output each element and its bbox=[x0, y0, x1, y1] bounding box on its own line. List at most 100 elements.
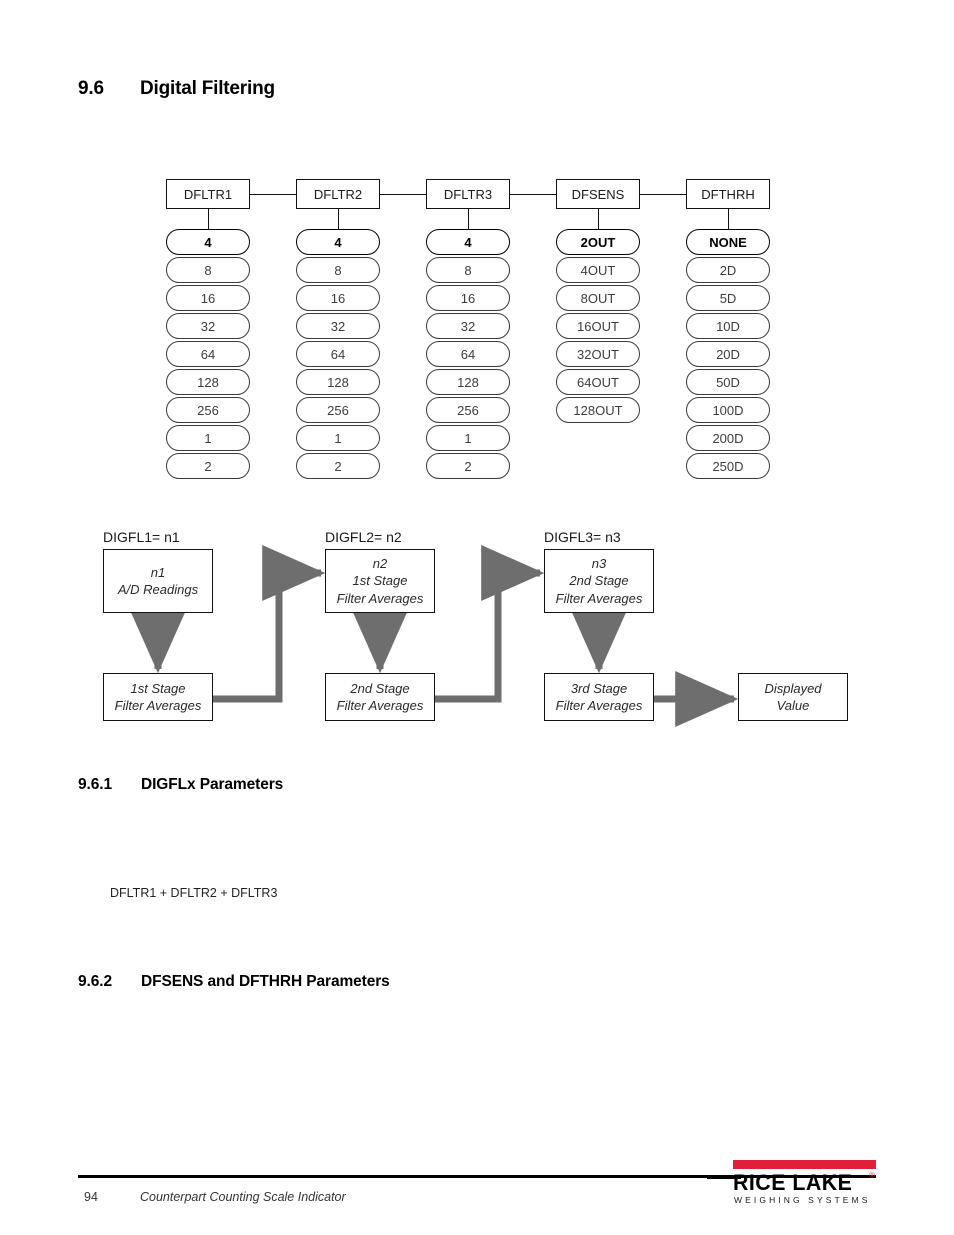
menu-option-dfsens-8out[interactable]: 8OUT bbox=[556, 285, 640, 311]
stage-box-line: Filter Averages bbox=[114, 698, 202, 713]
stage-output-box-1: 1st Stage Filter Averages bbox=[103, 673, 213, 721]
menu-option-label: 16 bbox=[330, 290, 346, 306]
menu-option-dfltr2-1[interactable]: 1 bbox=[296, 425, 380, 451]
menu-option-dfltr1-1[interactable]: 1 bbox=[166, 425, 250, 451]
menu-option-dfltr1-4[interactable]: 4 bbox=[166, 229, 250, 255]
stage-label-1: DIGFL1= n1 bbox=[103, 529, 180, 545]
menu-header-dfthrh[interactable]: DFTHRH bbox=[686, 179, 770, 209]
menu-option-dfsens-64out[interactable]: 64OUT bbox=[556, 369, 640, 395]
menu-header-dfltr3[interactable]: DFLTR3 bbox=[426, 179, 510, 209]
menu-header-label: DFLTR1 bbox=[183, 186, 233, 202]
menu-option-label: 256 bbox=[197, 402, 219, 418]
menu-option-label: 4 bbox=[464, 234, 472, 250]
menu-option-label: 128OUT bbox=[573, 402, 623, 418]
stage-box-line: n1 bbox=[150, 564, 166, 580]
menu-option-label: 8OUT bbox=[580, 290, 616, 306]
menu-option-dfsens-32out[interactable]: 32OUT bbox=[556, 341, 640, 367]
logo-accent-bar bbox=[733, 1160, 876, 1169]
menu-option-dfthrh-2d[interactable]: 2D bbox=[686, 257, 770, 283]
logo-registered-mark: ® bbox=[869, 1171, 875, 1180]
menu-option-dfltr1-16[interactable]: 16 bbox=[166, 285, 250, 311]
menu-option-dfltr2-256[interactable]: 256 bbox=[296, 397, 380, 423]
menu-option-label: 128 bbox=[327, 374, 349, 390]
menu-option-label: 4OUT bbox=[580, 262, 616, 278]
menu-option-dfsens-4out[interactable]: 4OUT bbox=[556, 257, 640, 283]
stage-box-line: Filter Averages bbox=[555, 590, 643, 606]
menu-header-dfsens[interactable]: DFSENS bbox=[556, 179, 640, 209]
menu-option-dfltr3-64[interactable]: 64 bbox=[426, 341, 510, 367]
stage-input-box-3: n3 2nd Stage Filter Averages bbox=[544, 549, 654, 613]
menu-option-dfltr3-4[interactable]: 4 bbox=[426, 229, 510, 255]
menu-option-dfltr3-16[interactable]: 16 bbox=[426, 285, 510, 311]
menu-option-dfltr2-4[interactable]: 4 bbox=[296, 229, 380, 255]
menu-option-label: 100D bbox=[712, 402, 744, 418]
menu-option-label: 64 bbox=[460, 346, 476, 362]
menu-option-label: 1 bbox=[204, 430, 212, 446]
menu-option-label: 2 bbox=[204, 458, 212, 474]
menu-header-label: DFSENS bbox=[571, 186, 625, 202]
menu-option-label: 4 bbox=[204, 234, 212, 250]
menu-option-label: 20D bbox=[716, 346, 740, 362]
menu-option-dfltr2-2[interactable]: 2 bbox=[296, 453, 380, 479]
menu-option-dfltr1-8[interactable]: 8 bbox=[166, 257, 250, 283]
menu-header-label: DFLTR2 bbox=[313, 186, 363, 202]
stage-input-box-1: n1 A/D Readings bbox=[103, 549, 213, 613]
menu-option-dfsens-128out[interactable]: 128OUT bbox=[556, 397, 640, 423]
menu-option-dfltr1-64[interactable]: 64 bbox=[166, 341, 250, 367]
menu-option-label: 2 bbox=[464, 458, 472, 474]
menu-option-dfltr2-32[interactable]: 32 bbox=[296, 313, 380, 339]
menu-option-dfltr1-256[interactable]: 256 bbox=[166, 397, 250, 423]
menu-option-dfthrh-50d[interactable]: 50D bbox=[686, 369, 770, 395]
menu-option-dfltr1-32[interactable]: 32 bbox=[166, 313, 250, 339]
menu-option-dfltr1-2[interactable]: 2 bbox=[166, 453, 250, 479]
stage-arrow-elbow-1 bbox=[213, 545, 326, 703]
menu-link-horizontal bbox=[380, 194, 426, 195]
stage-box-line: 1st Stage bbox=[130, 680, 186, 696]
menu-link-vertical bbox=[208, 209, 209, 229]
menu-option-label: 256 bbox=[457, 402, 479, 418]
menu-option-dfltr3-256[interactable]: 256 bbox=[426, 397, 510, 423]
menu-option-label: 16OUT bbox=[577, 318, 619, 334]
stage-arrow-elbow-2 bbox=[435, 545, 545, 703]
menu-flow-chart: DFLTR1 4 8 16 32 64 128 256 1 2 DFLTR2 4 8 16 32 64 128 2… bbox=[0, 0, 954, 500]
menu-option-dfthrh-5d[interactable]: 5D bbox=[686, 285, 770, 311]
stage-box-line: n2 bbox=[372, 556, 388, 572]
menu-option-label: 256 bbox=[327, 402, 349, 418]
menu-option-label: 32 bbox=[460, 318, 476, 334]
menu-option-dfltr2-16[interactable]: 16 bbox=[296, 285, 380, 311]
menu-option-dfthrh-200d[interactable]: 200D bbox=[686, 425, 770, 451]
menu-option-dfthrh-10d[interactable]: 10D bbox=[686, 313, 770, 339]
stage-box-line: Displayed bbox=[764, 680, 822, 696]
menu-option-dfthrh-100d[interactable]: 100D bbox=[686, 397, 770, 423]
menu-header-dfltr1[interactable]: DFLTR1 bbox=[166, 179, 250, 209]
menu-option-dfltr3-32[interactable]: 32 bbox=[426, 313, 510, 339]
menu-option-dfltr2-128[interactable]: 128 bbox=[296, 369, 380, 395]
menu-option-dfthrh-250d[interactable]: 250D bbox=[686, 453, 770, 479]
footer-document-title: Counterpart Counting Scale Indicator bbox=[140, 1190, 346, 1204]
menu-header-dfltr2[interactable]: DFLTR2 bbox=[296, 179, 380, 209]
menu-option-dfltr3-8[interactable]: 8 bbox=[426, 257, 510, 283]
menu-option-dfltr3-128[interactable]: 128 bbox=[426, 369, 510, 395]
menu-link-horizontal bbox=[250, 194, 296, 195]
menu-option-label: 2OUT bbox=[580, 234, 616, 250]
menu-header-label: DFLTR3 bbox=[443, 186, 493, 202]
menu-option-dfltr1-128[interactable]: 128 bbox=[166, 369, 250, 395]
menu-option-label: 10D bbox=[716, 318, 740, 334]
stage-output-box-3: 3rd Stage Filter Averages bbox=[544, 673, 654, 721]
menu-option-dfltr2-8[interactable]: 8 bbox=[296, 257, 380, 283]
menu-link-horizontal bbox=[640, 194, 686, 195]
menu-option-dfsens-2out[interactable]: 2OUT bbox=[556, 229, 640, 255]
menu-option-dfthrh-none[interactable]: NONE bbox=[686, 229, 770, 255]
menu-option-dfltr3-2[interactable]: 2 bbox=[426, 453, 510, 479]
logo-tagline: WEIGHING SYSTEMS bbox=[734, 1195, 871, 1205]
menu-option-dfltr3-1[interactable]: 1 bbox=[426, 425, 510, 451]
menu-option-dfsens-16out[interactable]: 16OUT bbox=[556, 313, 640, 339]
menu-option-dfthrh-20d[interactable]: 20D bbox=[686, 341, 770, 367]
stage-box-line: Filter Averages bbox=[336, 590, 424, 606]
stage-label-2: DIGFL2= n2 bbox=[325, 529, 402, 545]
menu-option-label: 32OUT bbox=[577, 346, 619, 362]
subsection-heading-961: 9.6.1 DIGFLx Parameters bbox=[78, 776, 283, 794]
stage-output-box-2: 2nd Stage Filter Averages bbox=[325, 673, 435, 721]
stage-box-line: Filter Averages bbox=[555, 698, 643, 713]
menu-option-dfltr2-64[interactable]: 64 bbox=[296, 341, 380, 367]
